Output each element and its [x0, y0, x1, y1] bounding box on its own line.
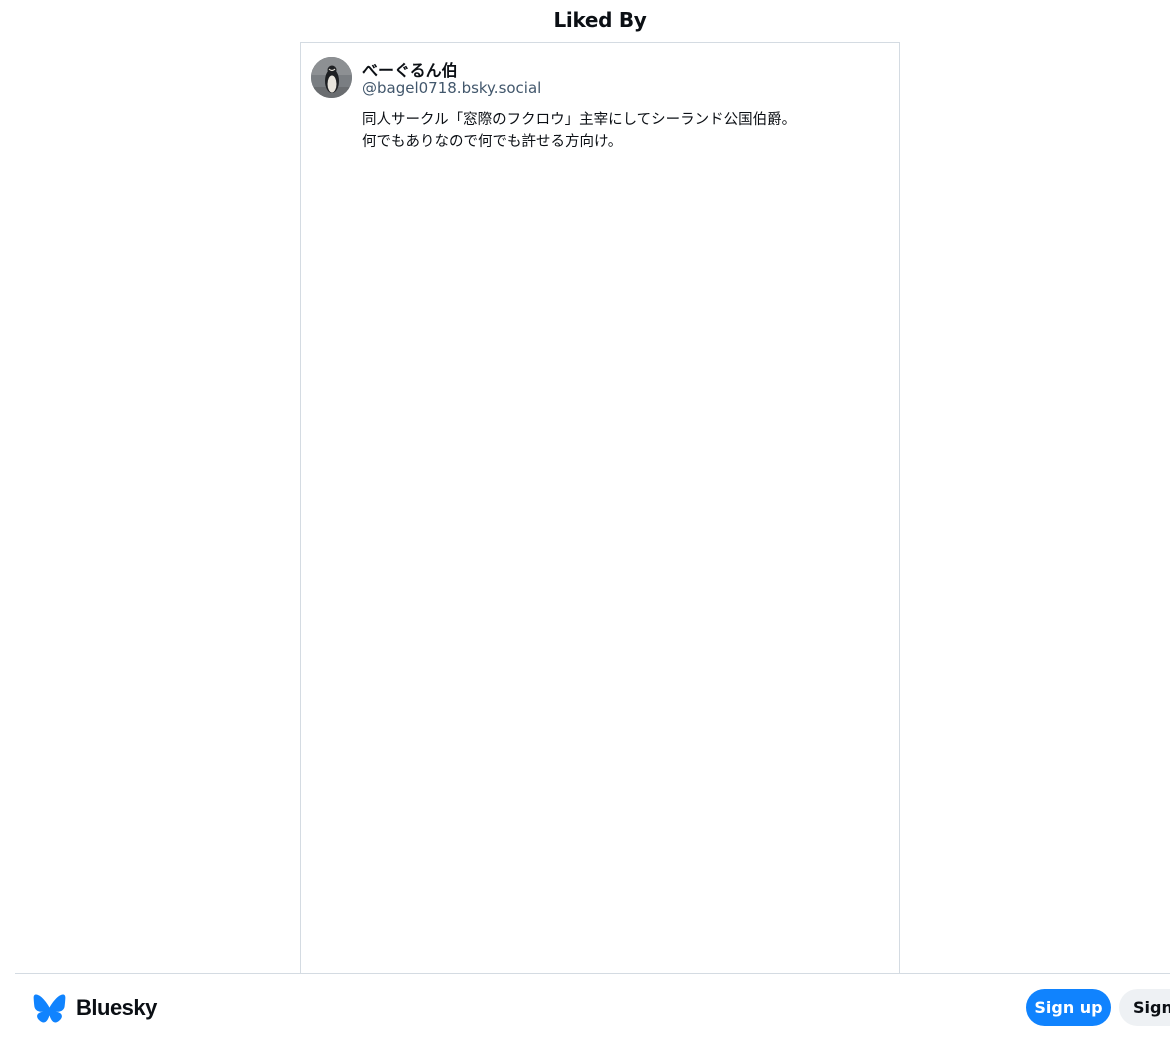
sign-in-button[interactable]: Sign in — [1119, 989, 1170, 1026]
penguin-avatar-icon — [311, 57, 352, 98]
bio-line: 何でもありなので何でも許せる方向け。 — [362, 134, 623, 150]
brand-name: Bluesky — [76, 995, 157, 1020]
page-title: Liked By — [553, 8, 647, 32]
butterfly-icon — [33, 994, 66, 1022]
user-bio: 同人サークル「窓際のフクロウ」主宰にしてシーランド公国伯爵。 何でもありなので何… — [362, 109, 882, 153]
avatar[interactable] — [311, 57, 352, 98]
liked-by-list: べーぐるん伯 @bagel0718.bsky.social 同人サークル「窓際の… — [300, 42, 900, 982]
user-display-name: べーぐるん伯 — [362, 61, 458, 80]
bottom-bar: Bluesky Sign up Sign in — [15, 973, 1170, 1042]
bluesky-logo[interactable]: Bluesky — [33, 992, 157, 1024]
list-item[interactable]: べーぐるん伯 @bagel0718.bsky.social 同人サークル「窓際の… — [301, 43, 899, 150]
sign-up-button[interactable]: Sign up — [1026, 989, 1111, 1026]
bio-line: 同人サークル「窓際のフクロウ」主宰にしてシーランド公国伯爵。 — [362, 112, 797, 128]
user-handle: @bagel0718.bsky.social — [362, 79, 542, 97]
